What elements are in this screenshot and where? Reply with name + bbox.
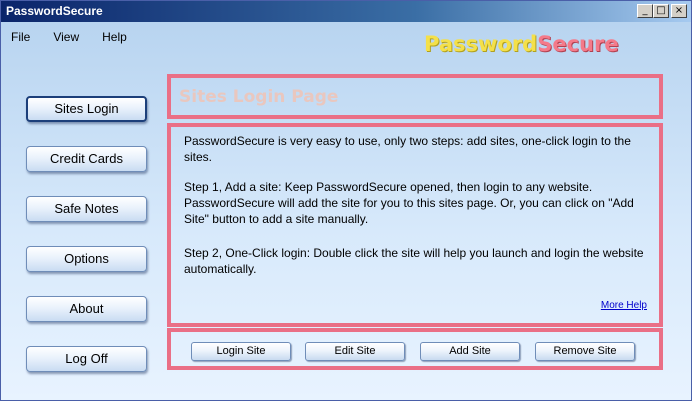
credit-cards-button[interactable]: Credit Cards [26, 146, 147, 172]
instructions-panel: PasswordSecure is very easy to use, only… [167, 123, 663, 327]
menu-bar: File View Help [11, 30, 150, 48]
sites-login-button[interactable]: Sites Login [26, 96, 147, 122]
page-title: Sites Login Page [179, 87, 339, 107]
login-site-button[interactable]: Login Site [191, 342, 291, 361]
window-title: PasswordSecure [6, 4, 103, 18]
options-button[interactable]: Options [26, 246, 147, 272]
menu-help[interactable]: Help [102, 30, 127, 48]
intro-text: PasswordSecure is very easy to use, only… [184, 134, 631, 164]
maximize-button[interactable]: □ [653, 4, 669, 18]
edit-site-button[interactable]: Edit Site [305, 342, 405, 361]
title-bar[interactable]: PasswordSecure _ □ × [1, 1, 691, 22]
menu-file[interactable]: File [11, 30, 30, 48]
app-logo: PasswordSecure [424, 32, 619, 56]
about-button[interactable]: About [26, 296, 147, 322]
menu-view[interactable]: View [53, 30, 79, 48]
app-window: PasswordSecure _ □ × File View Help Pass… [0, 0, 692, 401]
client-area: File View Help PasswordSecure Sites Logi… [1, 22, 691, 400]
page-title-panel: Sites Login Page [167, 74, 663, 119]
logo-part-secure: Secure [537, 32, 619, 56]
log-off-button[interactable]: Log Off [26, 346, 147, 372]
safe-notes-button[interactable]: Safe Notes [26, 196, 147, 222]
step1-text: Step 1, Add a site: Keep PasswordSecure … [184, 180, 634, 226]
close-button[interactable]: × [671, 4, 687, 18]
more-help-link[interactable]: More Help [601, 300, 647, 311]
remove-site-button[interactable]: Remove Site [535, 342, 635, 361]
step2-text: Step 2, One-Click login: Double click th… [184, 246, 644, 276]
logo-part-password: Password [424, 32, 538, 56]
add-site-button[interactable]: Add Site [420, 342, 520, 361]
actions-panel: Login Site Edit Site Add Site Remove Sit… [167, 328, 663, 370]
minimize-button[interactable]: _ [637, 4, 653, 18]
